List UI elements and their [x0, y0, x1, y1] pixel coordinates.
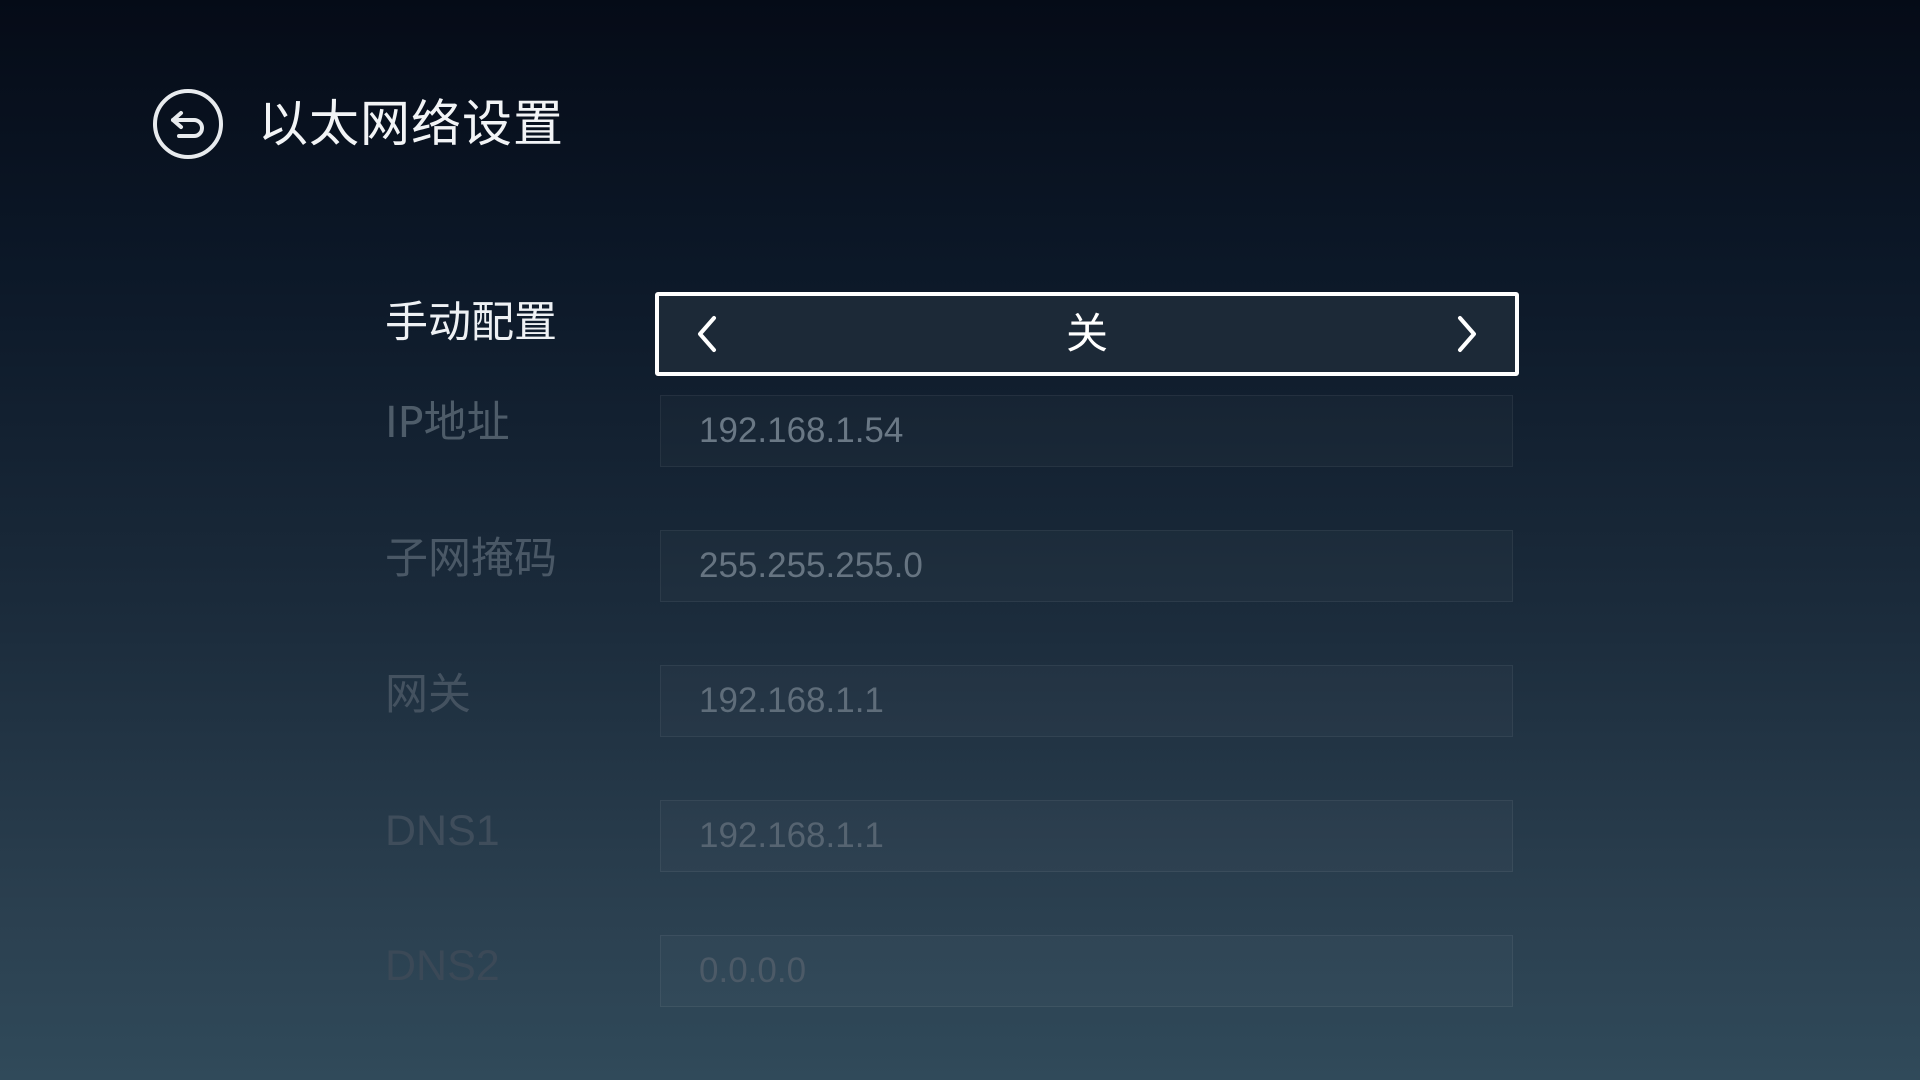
dns2-field: 0.0.0.0 [660, 935, 1513, 1007]
ip-address-value: 192.168.1.54 [699, 411, 904, 450]
manual-config-selector[interactable]: 关 [655, 292, 1519, 376]
page-title: 以太网络设置 [258, 95, 564, 153]
dns1-label: DNS1 [385, 807, 500, 855]
gateway-label: 网关 [385, 670, 471, 720]
subnet-mask-field: 255.255.255.0 [660, 530, 1513, 602]
chevron-right-icon [1458, 316, 1476, 352]
subnet-mask-label: 子网掩码 [385, 534, 557, 584]
ip-address-field: 192.168.1.54 [660, 395, 1513, 467]
manual-config-label: 手动配置 [385, 298, 557, 348]
manual-config-value: 关 [1065, 309, 1108, 358]
selector-prev-button[interactable] [679, 306, 735, 362]
selector-next-button[interactable] [1439, 306, 1495, 362]
dns2-value: 0.0.0.0 [699, 951, 807, 990]
page-header: 以太网络设置 [150, 86, 564, 162]
gateway-field: 192.168.1.1 [660, 665, 1513, 737]
chevron-left-icon [698, 316, 716, 352]
back-arrow-circle-icon [153, 89, 223, 159]
dns1-field: 192.168.1.1 [660, 800, 1513, 872]
subnet-mask-value: 255.255.255.0 [699, 546, 923, 585]
dns2-label: DNS2 [385, 942, 500, 990]
dns1-value: 192.168.1.1 [699, 816, 884, 855]
back-button[interactable] [150, 86, 226, 162]
gateway-value: 192.168.1.1 [699, 681, 884, 720]
ip-address-label: IP地址 [385, 398, 510, 448]
